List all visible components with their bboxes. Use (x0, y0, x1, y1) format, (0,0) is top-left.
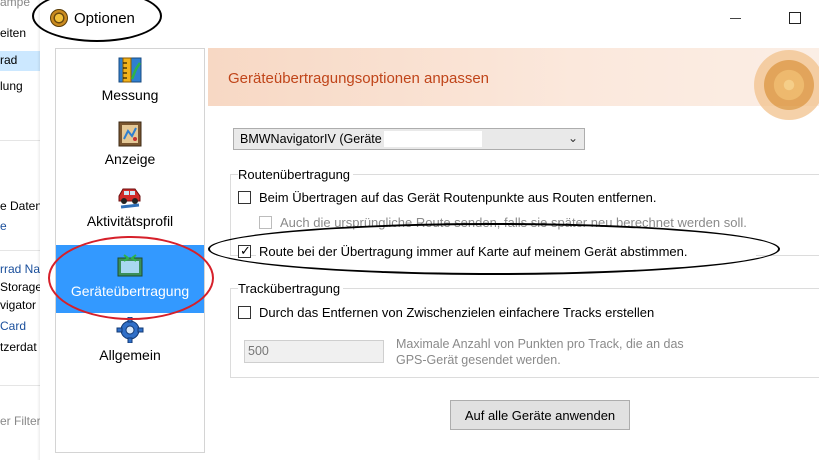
simplify-tracks-checkbox[interactable] (238, 306, 251, 319)
app-icon (50, 9, 68, 27)
nav-item-label: Anzeige (104, 151, 156, 167)
track-transfer-label: Trackübertragung (238, 281, 344, 296)
send-original-route-label: Auch die ursprüngliche Route senden, fal… (280, 215, 747, 230)
max-points-input[interactable]: 500 (244, 340, 384, 363)
nav-item-label: Allgemein (99, 347, 161, 363)
bg-item: lung (0, 79, 23, 93)
route-transfer-label: Routenübertragung (238, 167, 354, 182)
bg-item: e Daten (0, 199, 43, 213)
nav-item-geraeteuebertragung[interactable]: Geräteübertragung (56, 245, 204, 313)
nav-item-messung[interactable]: Messung (56, 57, 204, 113)
nav-item-aktivitaetsprofil[interactable]: Aktivitätsprofil (56, 183, 204, 243)
options-dialog: Optionen Messung Anzeige Aktivitätsprofi… (32, 0, 819, 460)
nav-item-label: Messung (101, 87, 159, 103)
nav-item-label: Aktivitätsprofil (86, 213, 174, 229)
match-route-checkbox[interactable]: ✓ (238, 243, 251, 258)
nav-item-allgemein[interactable]: Allgemein (56, 317, 204, 373)
compass-icon (754, 50, 819, 120)
device-select[interactable]: BMWNavigatorIV (Geräte ⌄ (233, 128, 585, 150)
options-nav: Messung Anzeige Aktivitätsprofil Geräteü… (55, 48, 205, 453)
device-transfer-icon (117, 254, 143, 277)
chevron-down-icon: ⌄ (567, 131, 578, 145)
bg-item: ampe (0, 0, 31, 9)
ruler-icon (118, 57, 142, 83)
options-content: Geräteübertragungsoptionen anpassen BMWN… (208, 48, 819, 453)
title-bar: Optionen (40, 0, 819, 38)
max-points-hint: Maximale Anzahl von Punkten pro Track, d… (396, 337, 684, 367)
bg-item: er Filter (0, 414, 41, 428)
bg-item: eiten (0, 26, 27, 40)
simplify-tracks-label: Durch das Entfernen von Zwischenzielen e… (259, 305, 655, 320)
apply-all-devices-button[interactable]: Auf alle Geräte anwenden (450, 400, 630, 430)
bg-item: tzerdat (0, 340, 37, 354)
nav-item-anzeige[interactable]: Anzeige (56, 121, 204, 177)
remove-routepoints-label: Beim Übertragen auf das Gerät Routenpunk… (259, 190, 657, 205)
match-route-label: Route bei der Übertragung immer auf Kart… (259, 244, 688, 259)
screen: ampe eiten rad lung e Daten e rrad Na St… (0, 0, 819, 460)
bg-item[interactable]: Card (0, 319, 26, 333)
bg-item[interactable]: e (0, 219, 7, 233)
nav-item-label: Geräteübertragung (70, 283, 190, 299)
remove-routepoints-checkbox[interactable] (238, 191, 251, 204)
minimize-button[interactable] (730, 18, 741, 19)
redacted-mask (384, 131, 482, 147)
bg-item: Storage (0, 280, 43, 294)
maximize-button[interactable] (789, 12, 801, 24)
content-header: Geräteübertragungsoptionen anpassen (208, 48, 819, 120)
car-wrench-icon (118, 188, 141, 209)
window-title: Optionen (74, 10, 135, 27)
bg-item[interactable]: rrad Na (0, 262, 40, 276)
display-map-icon (118, 121, 142, 147)
page-title: Geräteübertragungsoptionen anpassen (228, 70, 490, 87)
send-original-route-checkbox[interactable] (259, 216, 272, 229)
device-select-value: BMWNavigatorIV (Geräte (240, 132, 382, 146)
gear-icon (116, 317, 144, 343)
checkmark-icon: ✓ (240, 243, 251, 258)
background-app: ampe eiten rad lung e Daten e rrad Na St… (0, 0, 44, 460)
